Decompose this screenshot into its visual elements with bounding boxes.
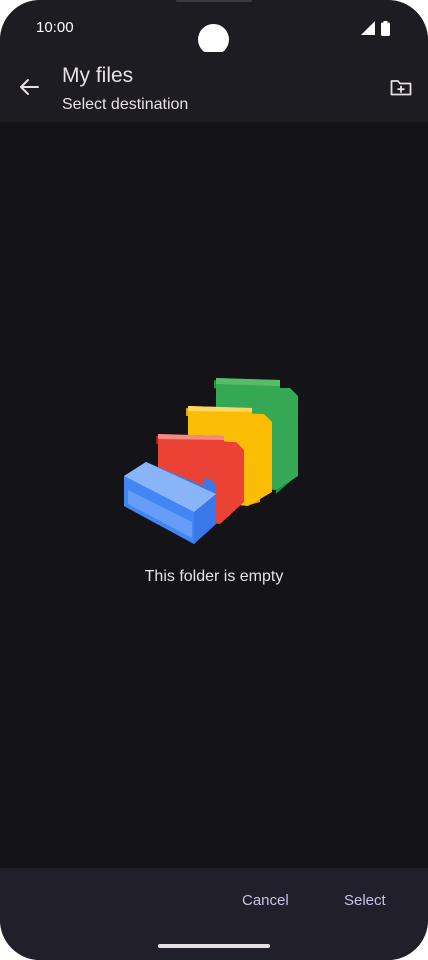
new-folder-button[interactable]	[386, 74, 416, 102]
select-button[interactable]: Select	[344, 892, 386, 909]
phone-screen: 10:00 My files Select destination This f…	[0, 0, 428, 960]
cancel-button[interactable]: Cancel	[242, 892, 289, 909]
page-title: My files	[62, 64, 134, 87]
content-area: This folder is empty	[0, 122, 428, 868]
front-camera	[198, 24, 229, 55]
back-button[interactable]	[14, 72, 44, 102]
signal-icon	[361, 21, 375, 35]
bottom-action-bar: Cancel Select	[0, 868, 428, 960]
home-indicator[interactable]	[158, 944, 270, 948]
create-new-folder-icon	[390, 80, 412, 96]
status-bar: 10:00	[0, 0, 428, 55]
arrow-back-icon	[20, 79, 39, 95]
page-subtitle: Select destination	[62, 96, 189, 113]
empty-folder-message: This folder is empty	[144, 568, 284, 585]
top-notch	[176, 0, 252, 2]
status-time: 10:00	[36, 19, 74, 36]
battery-icon	[381, 20, 390, 36]
status-icons	[361, 20, 390, 36]
empty-folders-illustration	[124, 378, 298, 544]
app-bar: My files Select destination	[0, 52, 428, 122]
